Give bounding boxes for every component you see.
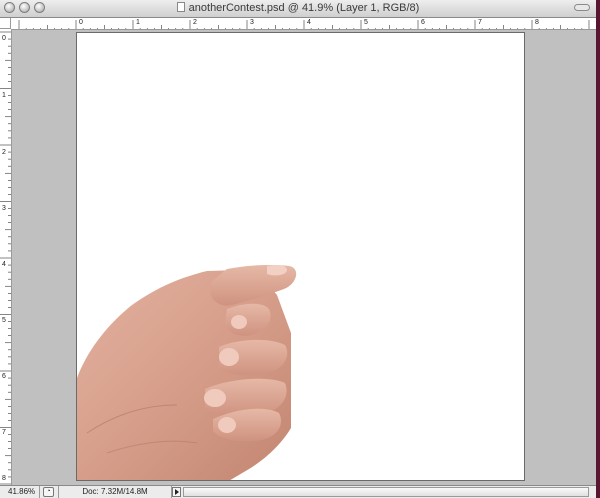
vertical-ruler[interactable]: 0 1 2 3 4 5 6 7 8 bbox=[0, 29, 12, 485]
ruler-label-h2: 2 bbox=[193, 19, 197, 26]
ruler-label-v4: 4 bbox=[2, 261, 6, 268]
horizontal-scrollbar[interactable] bbox=[183, 487, 589, 497]
nail-little bbox=[218, 417, 236, 433]
window-title: anotherContest.psd @ 41.9% (Layer 1, RGB… bbox=[188, 2, 420, 14]
ruler-label-v2: 2 bbox=[2, 149, 6, 156]
ruler-label-h8: 8 bbox=[535, 19, 539, 26]
document-canvas[interactable] bbox=[76, 32, 525, 481]
status-menu-arrow-icon[interactable] bbox=[172, 487, 181, 497]
ruler-label-v3: 3 bbox=[2, 205, 6, 212]
hand-fist-image bbox=[77, 265, 297, 480]
zoom-level-field[interactable]: 41.86% bbox=[2, 486, 40, 498]
nail-index bbox=[231, 315, 247, 329]
ruler-label-v1: 1 bbox=[2, 92, 6, 99]
ruler-label-h1: 1 bbox=[136, 19, 140, 26]
ruler-label-h0: 0 bbox=[79, 19, 83, 26]
document-window: anotherContest.psd @ 41.9% (Layer 1, RGB… bbox=[0, 0, 596, 498]
hand-palm bbox=[77, 270, 291, 480]
ruler-label-h6: 6 bbox=[421, 19, 425, 26]
horizontal-ruler[interactable]: 0 1 2 3 4 5 6 7 8 bbox=[11, 18, 596, 30]
window-title-wrap: anotherContest.psd @ 41.9% (Layer 1, RGB… bbox=[0, 2, 596, 14]
toolbar-toggle-button[interactable] bbox=[574, 4, 590, 11]
nail-middle bbox=[219, 348, 239, 366]
ruler-origin[interactable] bbox=[0, 18, 11, 29]
ruler-label-h3: 3 bbox=[250, 19, 254, 26]
nail-ring bbox=[204, 389, 226, 407]
ruler-label-h7: 7 bbox=[478, 19, 482, 26]
ruler-label-h4: 4 bbox=[307, 19, 311, 26]
title-bar[interactable]: anotherContest.psd @ 41.9% (Layer 1, RGB… bbox=[0, 0, 596, 18]
ruler-label-v0: 0 bbox=[2, 35, 6, 42]
document-icon bbox=[176, 2, 185, 12]
ruler-label-h5: 5 bbox=[364, 19, 368, 26]
version-cue-icon[interactable]: ◔ bbox=[43, 487, 54, 497]
ruler-label-v7: 7 bbox=[2, 429, 6, 436]
ruler-label-v8: 8 bbox=[2, 475, 6, 482]
ruler-label-v6: 6 bbox=[2, 373, 6, 380]
ruler-label-v5: 5 bbox=[2, 317, 6, 324]
doc-info: Doc: 7.32M/14.8M bbox=[58, 486, 172, 498]
status-bar: 41.86% ◔ Doc: 7.32M/14.8M bbox=[0, 485, 596, 498]
horizontal-ruler-ticks bbox=[18, 20, 590, 29]
